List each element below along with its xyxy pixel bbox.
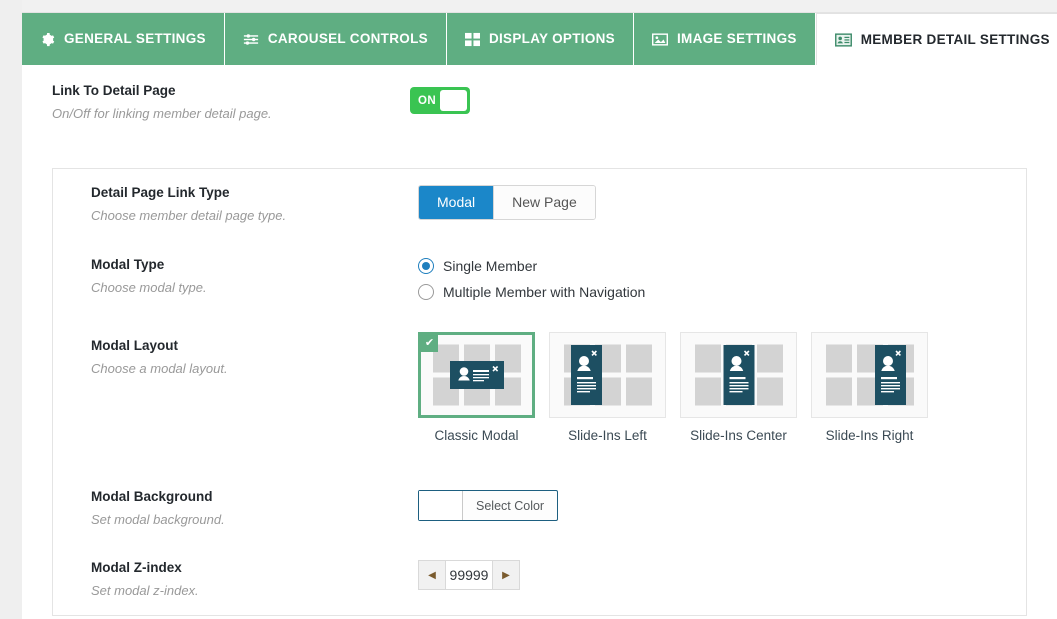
link-type-option-new-page[interactable]: New Page — [493, 186, 595, 219]
modal-overlay-preview — [449, 361, 504, 389]
increment-button[interactable]: ▶ — [492, 560, 520, 590]
modal-overlay-preview — [571, 345, 602, 405]
tab-display-options[interactable]: DISPLAY OPTIONS — [446, 13, 634, 65]
field-title: Modal Z-index — [91, 560, 182, 575]
field-title: Modal Layout — [91, 338, 178, 353]
detail-page-link-type-buttons: Modal New Page — [418, 185, 596, 220]
field-description: On/Off for linking member detail page. — [52, 105, 272, 121]
grid-icon — [464, 32, 480, 47]
thumbnail-caption: Classic Modal — [434, 428, 519, 443]
tab-carousel-controls[interactable]: CAROUSEL CONTROLS — [224, 13, 447, 65]
modal-layout-option-classic-modal[interactable]: ✔ Classic Modal — [418, 332, 535, 443]
color-swatch[interactable] — [419, 491, 463, 520]
modal-layout-option-slide-ins-left[interactable]: Slide-Ins Left — [549, 332, 666, 443]
field-link-to-detail-page: Link To Detail Page On/Off for linking m… — [52, 83, 1027, 123]
radio-label: Multiple Member with Navigation — [443, 284, 646, 300]
modal-zindex-stepper: ◀ ▶ — [418, 560, 520, 590]
tab-label: MEMBER DETAIL SETTINGS — [860, 31, 1050, 47]
thumbnail-caption: Slide-Ins Left — [568, 428, 647, 443]
link-to-detail-page-toggle[interactable]: ON — [410, 87, 470, 114]
field-modal-layout: Modal Layout Choose a modal layout. ✔ Cl… — [53, 322, 1026, 473]
thumbnail-caption: Slide-Ins Center — [690, 428, 787, 443]
radio-label: Single Member — [443, 258, 538, 274]
modal-type-option-multiple-member[interactable]: Multiple Member with Navigation — [418, 284, 645, 300]
tab-general-settings[interactable]: GENERAL SETTINGS — [22, 13, 225, 65]
modal-overlay-preview — [875, 345, 906, 405]
thumbnail-preview — [811, 332, 928, 418]
tab-label: CAROUSEL CONTROLS — [267, 31, 428, 47]
sliders-icon — [243, 32, 259, 47]
link-type-option-modal[interactable]: Modal — [419, 186, 494, 219]
id-card-icon — [834, 32, 852, 47]
thumbnail-preview — [680, 332, 797, 418]
modal-overlay-preview — [723, 345, 754, 405]
selected-check-icon: ✔ — [421, 335, 438, 352]
decrement-button[interactable]: ◀ — [418, 560, 446, 590]
field-title: Modal Type — [91, 257, 165, 272]
modal-layout-option-slide-ins-center[interactable]: Slide-Ins Center — [680, 332, 797, 443]
radio-button[interactable] — [418, 284, 434, 300]
tab-label: IMAGE SETTINGS — [676, 31, 797, 47]
modal-background-color-picker[interactable]: Select Color — [418, 490, 559, 521]
field-title: Detail Page Link Type — [91, 185, 230, 200]
field-modal-background: Modal Background Set modal background. S… — [53, 473, 1026, 544]
field-description: Choose member detail page type. — [91, 207, 287, 223]
thumbnail-preview — [549, 332, 666, 418]
tab-label: DISPLAY OPTIONS — [488, 31, 615, 47]
field-description: Choose modal type. — [91, 279, 207, 295]
toggle-state-label: ON — [418, 94, 437, 107]
thumbnail-caption: Slide-Ins Right — [825, 428, 914, 443]
gear-icon — [40, 32, 55, 47]
field-title: Link To Detail Page — [52, 83, 176, 98]
field-description: Set modal z-index. — [91, 582, 199, 598]
tab-label: GENERAL SETTINGS — [64, 31, 206, 47]
toggle-knob — [440, 90, 467, 111]
field-description: Choose a modal layout. — [91, 360, 228, 376]
tab-member-detail-settings[interactable]: MEMBER DETAIL SETTINGS — [815, 13, 1057, 65]
field-description: Set modal background. — [91, 511, 225, 527]
field-modal-zindex: Modal Z-index Set modal z-index. ◀ ▶ — [53, 544, 1026, 614]
modal-zindex-input[interactable] — [446, 560, 492, 590]
tab-image-settings[interactable]: IMAGE SETTINGS — [633, 13, 816, 65]
plugin-settings-page: GENERAL SETTINGS CAROUSEL CONTROLS DISPL… — [22, 0, 1057, 619]
modal-settings-card: Detail Page Link Type Choose member deta… — [52, 168, 1027, 616]
field-modal-type: Modal Type Choose modal type. Single Mem… — [53, 241, 1026, 322]
field-detail-page-link-type: Detail Page Link Type Choose member deta… — [53, 169, 1026, 241]
modal-layout-thumbnails: ✔ Classic Modal Slide-Ins Left Slide-Ins… — [418, 332, 928, 443]
settings-content: Link To Detail Page On/Off for linking m… — [22, 65, 1057, 619]
field-title: Modal Background — [91, 489, 213, 504]
settings-tab-bar: GENERAL SETTINGS CAROUSEL CONTROLS DISPL… — [22, 13, 1057, 65]
radio-button[interactable] — [418, 258, 434, 274]
thumbnail-preview: ✔ — [418, 332, 535, 418]
image-icon — [651, 32, 668, 47]
modal-layout-option-slide-ins-right[interactable]: Slide-Ins Right — [811, 332, 928, 443]
select-color-label: Select Color — [476, 498, 545, 513]
page-top-strip — [22, 0, 1057, 13]
modal-type-option-single-member[interactable]: Single Member — [418, 258, 645, 274]
